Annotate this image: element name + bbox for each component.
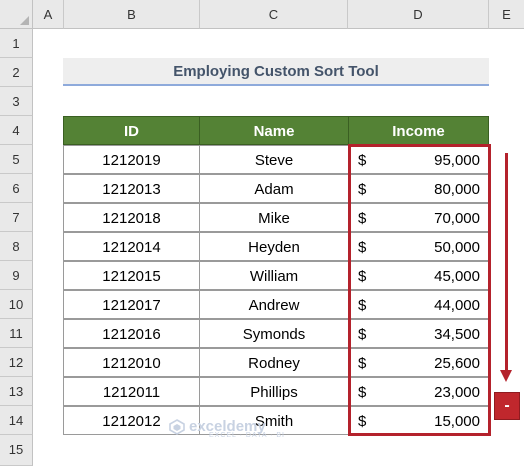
sort-descending-badge: - bbox=[494, 392, 520, 420]
cell-name[interactable]: Phillips bbox=[199, 377, 349, 406]
header-name: Name bbox=[199, 116, 349, 145]
column-header-c[interactable]: C bbox=[200, 0, 348, 29]
cell-name[interactable]: William bbox=[199, 261, 349, 290]
row-header-14[interactable]: 14 bbox=[0, 406, 33, 435]
cell-id[interactable]: 1212019 bbox=[63, 145, 200, 174]
row-header-3[interactable]: 3 bbox=[0, 87, 33, 116]
exceldemy-logo-icon bbox=[169, 419, 185, 435]
column-header-a[interactable]: A bbox=[33, 0, 64, 29]
row-header-13[interactable]: 13 bbox=[0, 377, 33, 406]
cell-id[interactable]: 1212011 bbox=[63, 377, 200, 406]
row-header-6[interactable]: 6 bbox=[0, 174, 33, 203]
cell-name[interactable]: Symonds bbox=[199, 319, 349, 348]
row-header-7[interactable]: 7 bbox=[0, 203, 33, 232]
cell-name[interactable]: Rodney bbox=[199, 348, 349, 377]
watermark-tagline: EXCEL · DATA · BI bbox=[209, 432, 285, 439]
cell-id[interactable]: 1212010 bbox=[63, 348, 200, 377]
cell-id[interactable]: 1212014 bbox=[63, 232, 200, 261]
column-header-e[interactable]: E bbox=[489, 0, 524, 29]
row-header-11[interactable]: 11 bbox=[0, 319, 33, 348]
cell-name[interactable]: Adam bbox=[199, 174, 349, 203]
row-header-10[interactable]: 10 bbox=[0, 290, 33, 319]
row-header-5[interactable]: 5 bbox=[0, 145, 33, 174]
row-header-15[interactable]: 15 bbox=[0, 435, 33, 466]
cell-name[interactable]: Mike bbox=[199, 203, 349, 232]
select-all-corner[interactable] bbox=[0, 0, 33, 29]
cell-name[interactable]: Steve bbox=[199, 145, 349, 174]
column-header-b[interactable]: B bbox=[64, 0, 200, 29]
watermark: exceldemy EXCEL · DATA · BI bbox=[169, 418, 285, 439]
row-header-12[interactable]: 12 bbox=[0, 348, 33, 377]
cell-id[interactable]: 1212018 bbox=[63, 203, 200, 232]
row-header-2[interactable]: 2 bbox=[0, 58, 33, 87]
cell-id[interactable]: 1212015 bbox=[63, 261, 200, 290]
row-header-4[interactable]: 4 bbox=[0, 116, 33, 145]
header-id: ID bbox=[63, 116, 200, 145]
cell-name[interactable]: Andrew bbox=[199, 290, 349, 319]
cell-id[interactable]: 1212016 bbox=[63, 319, 200, 348]
header-income: Income bbox=[348, 116, 489, 145]
income-highlight-box bbox=[348, 144, 491, 436]
cell-id[interactable]: 1212013 bbox=[63, 174, 200, 203]
cell-name[interactable]: Heyden bbox=[199, 232, 349, 261]
cell-id[interactable]: 1212017 bbox=[63, 290, 200, 319]
row-header-1[interactable]: 1 bbox=[0, 29, 33, 58]
column-header-d[interactable]: D bbox=[348, 0, 489, 29]
row-header-8[interactable]: 8 bbox=[0, 232, 33, 261]
sort-arrow-line bbox=[505, 153, 508, 373]
sort-arrow-head-icon bbox=[500, 370, 512, 382]
row-header-9[interactable]: 9 bbox=[0, 261, 33, 290]
sheet-title: Employing Custom Sort Tool bbox=[63, 58, 489, 86]
